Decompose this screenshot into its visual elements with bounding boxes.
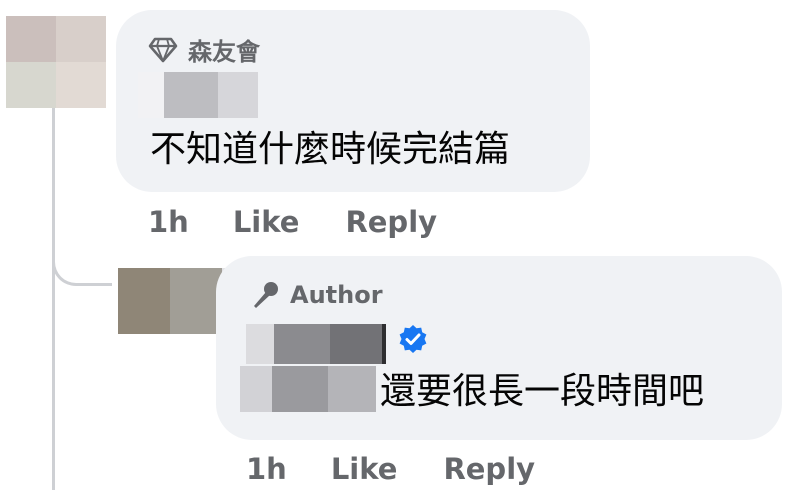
author-badge[interactable]: Author	[250, 280, 383, 310]
reply-text-blurred	[240, 366, 376, 412]
comment-bubble: 森友會 不知道什麼時候完結篇	[116, 10, 590, 192]
reply-text: 還要很長一段時間吧	[380, 371, 705, 412]
thread-line-branch	[52, 246, 112, 286]
reply-bubble: Author 還要很長一段時間吧	[216, 256, 782, 440]
thread-line-vertical	[52, 108, 55, 490]
comment-actions: 1h Like Reply	[148, 205, 437, 239]
commenter-name[interactable]	[138, 72, 258, 118]
avatar[interactable]	[6, 16, 106, 108]
community-badge[interactable]: 森友會	[148, 32, 260, 67]
like-button[interactable]: Like	[331, 452, 398, 486]
microphone-icon	[254, 282, 278, 308]
timestamp[interactable]: 1h	[148, 205, 189, 239]
reply-actions: 1h Like Reply	[246, 452, 535, 486]
verified-badge-icon	[399, 325, 427, 353]
author-name[interactable]	[246, 324, 386, 364]
badge-label: Author	[290, 281, 383, 309]
badge-label: 森友會	[188, 38, 260, 66]
timestamp[interactable]: 1h	[246, 452, 287, 486]
reply-button[interactable]: Reply	[345, 205, 437, 239]
diamond-icon	[148, 37, 178, 62]
like-button[interactable]: Like	[233, 205, 300, 239]
reply-avatar[interactable]	[118, 268, 222, 334]
reply-button[interactable]: Reply	[443, 452, 535, 486]
comment-text: 不知道什麼時候完結篇	[150, 129, 511, 170]
